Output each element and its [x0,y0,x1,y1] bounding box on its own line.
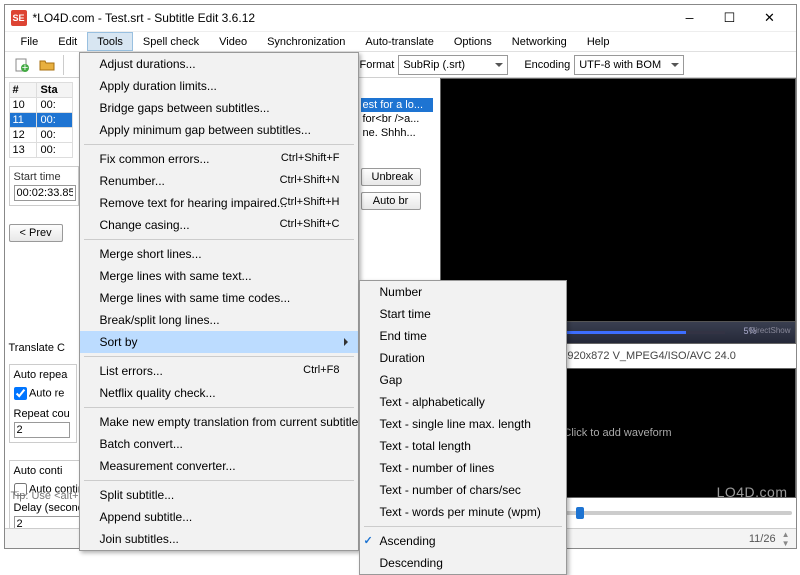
subtitle-text-column: est for a lo... for<br />a... ne. Shhh..… [361,98,433,140]
menu-item[interactable]: Merge short lines... [80,243,358,265]
menubar: File Edit Tools Spell check Video Synchr… [5,32,796,52]
svg-text:+: + [21,62,27,73]
menu-autotranslate[interactable]: Auto-translate [355,32,443,51]
submenu-item[interactable]: Duration [360,347,566,369]
app-icon: SE [11,10,27,26]
col-number[interactable]: # [9,83,37,98]
menu-item[interactable]: Renumber...Ctrl+Shift+N [80,170,358,192]
window-title: *LO4D.com - Test.srt - Subtitle Edit 3.6… [33,11,670,25]
menu-item[interactable]: List errors...Ctrl+F8 [80,360,358,382]
repeat-count-input[interactable] [14,422,70,438]
menu-item[interactable]: Change casing...Ctrl+Shift+C [80,214,358,236]
table-row[interactable]: 1200: [9,128,72,143]
sortby-submenu: NumberStart timeEnd timeDurationGapText … [359,280,567,575]
menu-item[interactable]: Fix common errors...Ctrl+Shift+F [80,148,358,170]
menu-item[interactable]: Apply duration limits... [80,75,358,97]
menu-item[interactable]: Apply minimum gap between subtitles... [80,119,358,141]
page-counter: 11/26 [749,533,776,545]
menu-synchronization[interactable]: Synchronization [257,32,355,51]
menu-options[interactable]: Options [444,32,502,51]
submenu-item[interactable]: Text - single line max. length [360,413,566,435]
menu-help[interactable]: Help [577,32,620,51]
prev-button[interactable]: < Prev [9,224,63,242]
new-file-button[interactable]: + [9,54,33,76]
submenu-item[interactable]: Text - number of chars/sec [360,479,566,501]
submenu-item[interactable]: Text - number of lines [360,457,566,479]
submenu-item[interactable]: Gap [360,369,566,391]
start-time-input[interactable] [14,185,76,201]
toolbar-separator [63,55,64,75]
translate-tabs[interactable]: Translate C [9,342,65,354]
table-row[interactable]: 1100: [9,113,72,128]
menu-item[interactable]: Bridge gaps between subtitles... [80,97,358,119]
table-row[interactable]: 1300: [9,143,72,158]
submenu-item[interactable]: Start time [360,303,566,325]
open-file-button[interactable] [35,54,59,76]
menu-item[interactable]: Join subtitles... [80,528,358,550]
start-time-label: Start time [14,171,74,183]
encoding-label: Encoding [524,59,570,71]
menu-item[interactable]: Remove text for hearing impaired...Ctrl+… [80,192,358,214]
menu-item[interactable]: Make new empty translation from current … [80,411,358,433]
auto-repeat-title: Auto repea [14,369,72,381]
menu-edit[interactable]: Edit [48,32,87,51]
menu-item[interactable]: Merge lines with same text... [80,265,358,287]
menu-video[interactable]: Video [209,32,257,51]
menu-item[interactable]: Netflix quality check... [80,382,358,404]
format-label: Format [360,59,395,71]
menu-file[interactable]: File [11,32,49,51]
submenu-item[interactable]: Text - alphabetically [360,391,566,413]
submenu-item[interactable]: Text - words per minute (wpm) [360,501,566,523]
start-time-group: Start time [9,166,79,206]
auto-repeat-checkbox[interactable] [14,387,27,400]
submenu-item[interactable]: Descending [360,552,566,574]
format-select[interactable]: SubRip (.srt) [398,55,508,75]
submenu-item[interactable]: End time [360,325,566,347]
menu-spellcheck[interactable]: Spell check [133,32,209,51]
submenu-item[interactable]: ✓Ascending [360,530,566,552]
submenu-item[interactable]: Text - total length [360,435,566,457]
menu-item[interactable]: Append subtitle... [80,506,358,528]
repeat-count-label: Repeat cou [14,408,72,420]
menu-item[interactable]: Split subtitle... [80,484,358,506]
menu-item[interactable]: Measurement converter... [80,455,358,477]
submenu-item[interactable]: Number [360,281,566,303]
table-row[interactable]: 1000: [9,98,72,113]
col-start[interactable]: Sta [37,83,72,98]
minimize-button[interactable]: — [670,5,710,31]
menu-item[interactable]: Break/split long lines... [80,309,358,331]
directshow-label: DirectShow [750,326,791,335]
maximize-button[interactable]: ☐ [710,5,750,31]
menu-item[interactable]: Merge lines with same time codes... [80,287,358,309]
close-button[interactable]: ✕ [750,5,790,31]
auto-br-button[interactable]: Auto br [361,192,421,210]
menu-item[interactable]: Adjust durations... [80,53,358,75]
tools-dropdown: Adjust durations...Apply duration limits… [79,52,359,551]
menu-item[interactable]: Sort by [80,331,358,353]
menu-item[interactable]: Batch convert... [80,433,358,455]
app-window: SE *LO4D.com - Test.srt - Subtitle Edit … [4,4,797,549]
subtitle-table[interactable]: #Sta 1000: 1100: 1200: 1300: [9,82,73,158]
menu-networking[interactable]: Networking [502,32,577,51]
position-slider[interactable] [558,511,792,515]
encoding-select[interactable]: UTF-8 with BOM [574,55,684,75]
menu-tools[interactable]: Tools [87,32,133,51]
auto-repeat-group: Auto repea Auto re Repeat cou [9,364,77,443]
titlebar: SE *LO4D.com - Test.srt - Subtitle Edit … [5,5,796,32]
unbreak-button[interactable]: Unbreak [361,168,421,186]
